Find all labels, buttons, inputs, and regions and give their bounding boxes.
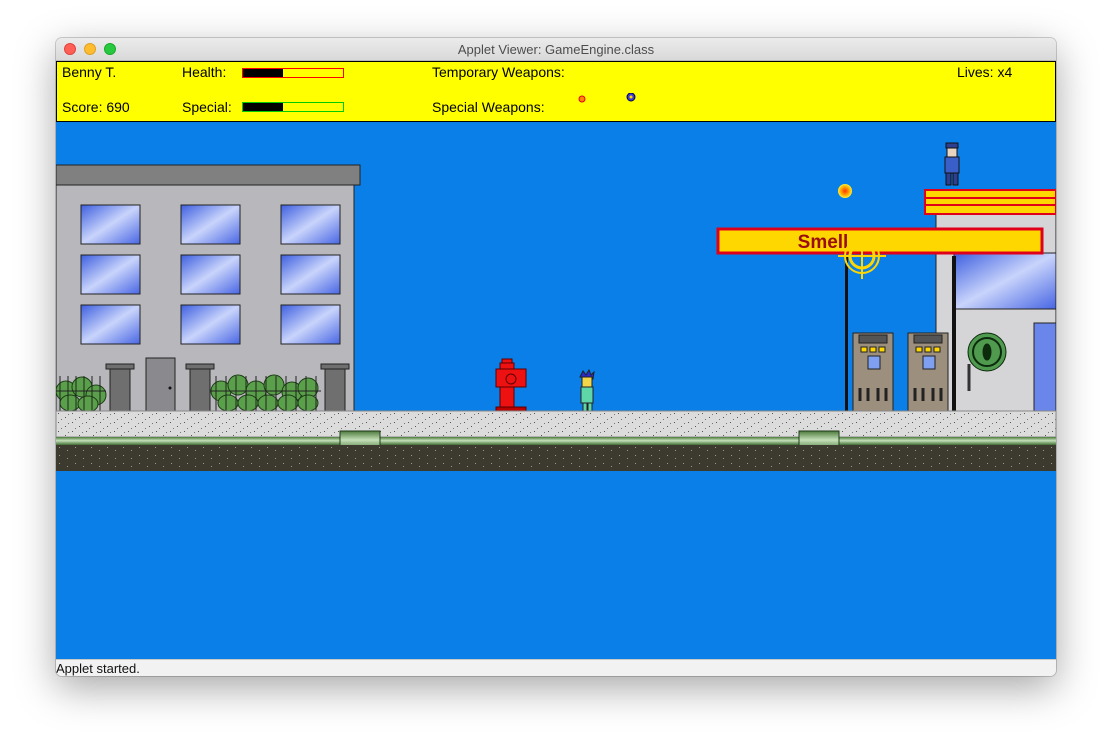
title-bar: Applet Viewer: GameEngine.class [56, 38, 1056, 61]
game-scene: Smell [56, 119, 1056, 471]
game-hud: Benny T. Health: Temporary Weapons: Live… [56, 61, 1056, 122]
temporary-weapons-label: Temporary Weapons: [432, 64, 565, 80]
station-canopy [924, 189, 1056, 215]
building-windows [80, 204, 341, 345]
fire-weapon-icon[interactable] [578, 95, 586, 103]
pipe [56, 437, 1056, 445]
game-canvas[interactable]: Smell Benny T. Health: Temporary Weapons… [56, 61, 1056, 659]
status-bar: Applet started. [56, 659, 1056, 676]
gas-pumps [852, 332, 949, 412]
health-bar-fill [243, 69, 283, 77]
gas-station: Smell [716, 119, 1056, 412]
special-weapons-slots [578, 93, 636, 103]
player-name: Benny T. [62, 64, 117, 80]
sign-pole [845, 256, 848, 411]
window-title: Applet Viewer: GameEngine.class [457, 42, 655, 57]
orb-weapon-icon-core [629, 95, 633, 99]
special-label: Special: [182, 99, 232, 115]
special-bar-fill [243, 103, 283, 111]
health-label: Health: [182, 64, 227, 80]
status-text: Applet started. [56, 661, 140, 676]
sidewalk [56, 410, 1056, 438]
special-weapons-label: Special Weapons: [432, 99, 545, 115]
office-building [56, 164, 361, 413]
player-character [579, 368, 595, 416]
special-bar [242, 102, 344, 112]
lives-counter: Lives: x4 [957, 64, 1013, 80]
fire-hydrant [495, 358, 527, 412]
applet-viewer-window: Applet Viewer: GameEngine.class Smell Be… [56, 38, 1056, 676]
gas-station-sign: Smell [716, 227, 1044, 255]
fireball-projectile [838, 184, 852, 198]
sign-text: Smell [798, 232, 849, 253]
dirt-ground [56, 445, 1056, 471]
health-bar [242, 68, 344, 78]
police-officer [944, 142, 960, 186]
score-counter: Score: 690 [62, 99, 130, 115]
building-door [145, 357, 176, 412]
